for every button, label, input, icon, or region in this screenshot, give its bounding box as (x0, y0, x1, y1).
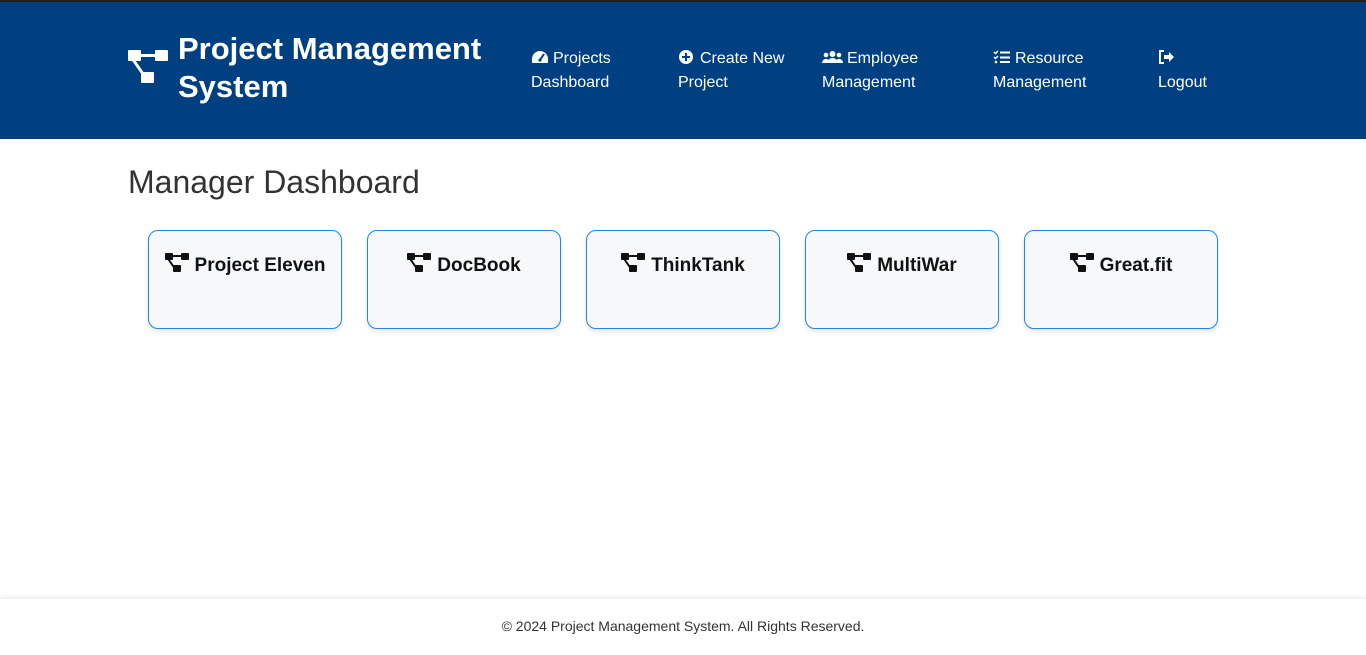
nav-create-new-project[interactable]: Create New Project (678, 47, 784, 95)
nav-projects-dashboard[interactable]: Projects Dashboard (531, 47, 611, 95)
project-name: MultiWar (877, 255, 957, 276)
project-diagram-icon (407, 253, 432, 273)
project-card[interactable]: MultiWar (805, 230, 999, 329)
project-diagram-icon (128, 50, 170, 86)
logout-icon (1158, 50, 1176, 64)
nav-label: Management (822, 74, 916, 91)
project-name: ThinkTank (651, 255, 745, 276)
users-icon (822, 50, 843, 64)
nav-label: Management (993, 74, 1087, 91)
nav-logout[interactable]: Logout (1158, 47, 1207, 95)
project-diagram-icon (164, 253, 189, 273)
top-navbar: Project Management System Projects Dashb… (0, 2, 1366, 139)
brand[interactable]: Project Management System (128, 30, 508, 106)
list-check-icon (993, 50, 1011, 64)
project-name: Great.fit (1099, 255, 1173, 276)
nav-resource-management[interactable]: Resource Management (993, 47, 1086, 95)
page-title: Manager Dashboard (128, 164, 420, 200)
nav-label: Create New (700, 50, 785, 67)
project-card[interactable]: Project Eleven (148, 230, 342, 329)
nav-label: Project (678, 74, 728, 91)
project-diagram-icon (621, 253, 646, 273)
gauge-icon (531, 50, 549, 64)
project-diagram-icon (1069, 253, 1094, 273)
project-card[interactable]: ThinkTank (586, 230, 780, 329)
nav-label: Dashboard (531, 74, 610, 91)
project-diagram-icon (847, 253, 872, 273)
nav-label: Projects (553, 50, 611, 67)
plus-circle-icon (678, 50, 696, 64)
project-card[interactable]: Great.fit (1024, 230, 1218, 329)
nav-label: Resource (1015, 50, 1084, 67)
nav-employee-management[interactable]: Employee Management (822, 47, 918, 95)
app-title: Project Management System (178, 31, 482, 104)
copyright-text: © 2024 Project Management System. All Ri… (501, 618, 865, 634)
project-card[interactable]: DocBook (367, 230, 561, 329)
project-name: DocBook (437, 255, 521, 276)
footer: © 2024 Project Management System. All Ri… (0, 599, 1366, 655)
nav-label: Employee (847, 50, 919, 67)
project-name: Project Eleven (194, 255, 326, 276)
nav-label: Logout (1158, 74, 1207, 91)
